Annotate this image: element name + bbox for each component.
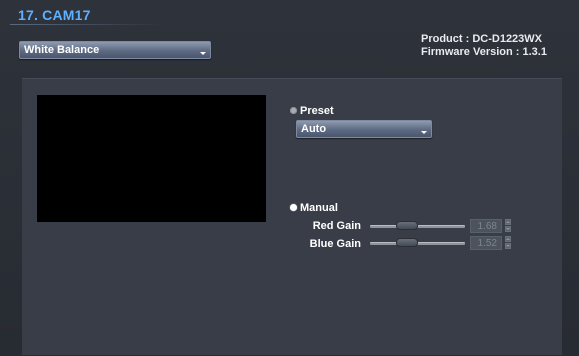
preset-select[interactable]: Auto (296, 120, 432, 138)
title-divider (10, 24, 165, 25)
preset-radio[interactable] (290, 106, 297, 114)
red-gain-down-icon[interactable] (505, 226, 511, 232)
manual-radio[interactable] (290, 203, 297, 211)
settings-menu-select[interactable]: White Balance (19, 41, 211, 59)
red-gain-up-icon[interactable] (505, 219, 511, 225)
settings-menu-value: White Balance (24, 44, 100, 56)
manual-option[interactable]: Manual (290, 202, 338, 214)
blue-gain-slider-thumb[interactable] (396, 238, 419, 247)
blue-gain-down-icon[interactable] (505, 243, 511, 249)
product-label: Product : DC-D1223WX (421, 33, 543, 45)
red-gain-value[interactable]: 1.68 (470, 219, 502, 233)
video-preview (37, 95, 266, 222)
preset-label: Preset (300, 105, 334, 117)
camera-title: 17. CAM17 (18, 7, 91, 23)
blue-gain-up-icon[interactable] (505, 236, 511, 242)
chevron-down-icon (200, 52, 206, 55)
blue-gain-label: Blue Gain (309, 238, 361, 250)
device-info: Product : DC-D1223WX Firmware Version : … (421, 33, 547, 59)
firmware-label: Firmware Version : 1.3.1 (421, 46, 547, 58)
preset-option[interactable]: Preset (290, 105, 334, 117)
red-gain-label: Red Gain (312, 220, 361, 232)
red-gain-slider-thumb[interactable] (396, 221, 419, 230)
app-window: 17. CAM17 White Balance Product : DC-D12… (0, 0, 579, 356)
manual-label: Manual (300, 202, 338, 214)
chevron-down-icon (421, 131, 427, 134)
blue-gain-value[interactable]: 1.52 (470, 236, 502, 250)
preset-select-value: Auto (301, 123, 327, 135)
